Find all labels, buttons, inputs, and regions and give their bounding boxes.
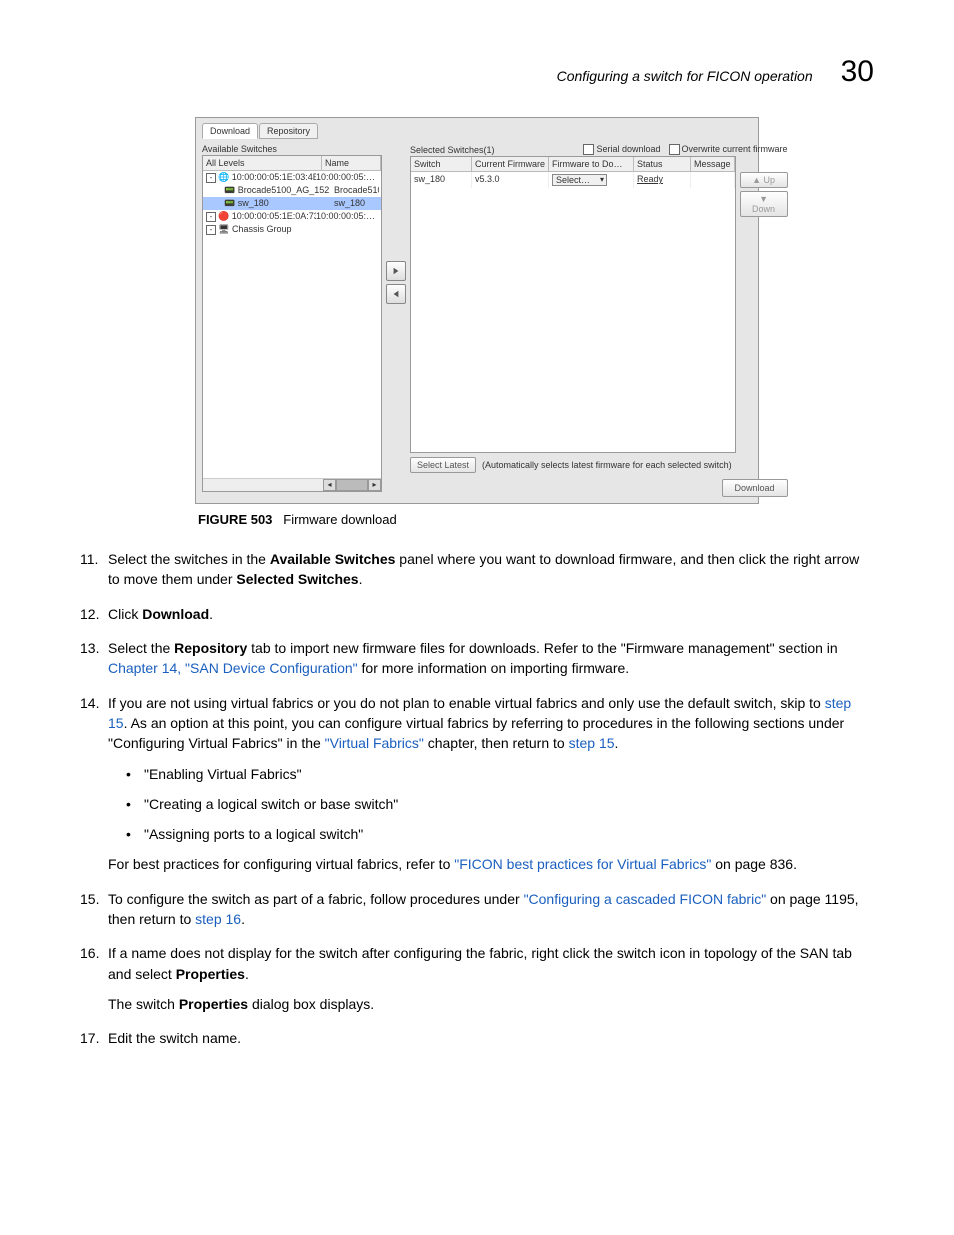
- step-12: 12. Click Download.: [80, 604, 874, 624]
- figure-caption: FIGURE 503 Firmware download: [198, 512, 756, 527]
- select-latest-button[interactable]: Select Latest: [410, 457, 476, 473]
- step-13: 13. Select the Repository tab to import …: [80, 638, 874, 679]
- section-title: Configuring a switch for FICON operation: [557, 68, 813, 84]
- scroll-left-icon[interactable]: ◂: [323, 479, 336, 491]
- figure-title: Firmware download: [283, 512, 396, 527]
- firmware-download-dialog: Download Repository Available Switches A…: [195, 117, 759, 504]
- tree-row[interactable]: -🔴 10:00:00:05:1E:0A:73:0D 10:00:00:05:…: [203, 210, 381, 223]
- up-button[interactable]: ▲ Up: [740, 172, 788, 188]
- step-15-link[interactable]: step 15: [569, 735, 615, 751]
- tab-download[interactable]: Download: [202, 123, 258, 139]
- col-name: Name: [322, 156, 381, 170]
- tree-header: All Levels Name: [203, 156, 381, 171]
- cascaded-ficon-fabric-link[interactable]: "Configuring a cascaded FICON fabric": [524, 891, 767, 907]
- available-switches-label: Available Switches: [202, 144, 382, 154]
- firmware-select-dropdown[interactable]: Select…: [552, 174, 607, 186]
- tree-row[interactable]: 📟 Brocade5100_AG_152 Brocade510…: [203, 184, 381, 197]
- list-item: "Assigning ports to a logical switch": [126, 824, 874, 844]
- ficon-best-practices-link[interactable]: "FICON best practices for Virtual Fabric…: [454, 856, 711, 872]
- tab-repository[interactable]: Repository: [259, 123, 318, 139]
- col-status: Status: [634, 157, 691, 171]
- selected-switches-label: Selected Switches(1): [410, 145, 495, 155]
- tree-row-selected[interactable]: 📟 sw_180 sw_180: [203, 197, 381, 210]
- col-firmware-to-download: Firmware to Do…: [549, 157, 634, 171]
- figure-label: FIGURE 503: [198, 512, 272, 527]
- page-header: Configuring a switch for FICON operation…: [80, 55, 874, 89]
- select-latest-note: (Automatically selects latest firmware f…: [482, 460, 732, 470]
- col-message: Message: [691, 157, 735, 171]
- virtual-fabrics-link[interactable]: "Virtual Fabrics": [325, 735, 424, 751]
- step-16: 16. If a name does not display for the s…: [80, 943, 874, 1014]
- available-switches-tree[interactable]: All Levels Name -🌐 10:00:00:05:1E:03:4E:…: [202, 155, 382, 492]
- chapter-number: 30: [841, 55, 874, 89]
- step-14: 14. If you are not using virtual fabrics…: [80, 693, 874, 875]
- serial-download-checkbox[interactable]: Serial download: [583, 144, 660, 155]
- scroll-right-icon[interactable]: ▸: [368, 479, 381, 491]
- col-current-firmware: Current Firmware: [472, 157, 549, 171]
- overwrite-firmware-checkbox[interactable]: Overwrite current firmware: [669, 144, 788, 155]
- chapter-14-link[interactable]: Chapter 14, "SAN Device Configuration": [108, 660, 358, 676]
- move-right-button[interactable]: [386, 261, 406, 281]
- chevron-right-icon: [392, 267, 400, 275]
- down-button[interactable]: ▼ Down: [740, 191, 788, 217]
- download-button[interactable]: Download: [722, 479, 788, 497]
- step-16-link[interactable]: step 16: [195, 911, 241, 927]
- tree-row[interactable]: -🌐 10:00:00:05:1E:03:4E:B4 10:00:00:05:…: [203, 171, 381, 184]
- horizontal-scrollbar[interactable]: ◂ ▸: [203, 478, 381, 491]
- step-15: 15. To configure the switch as part of a…: [80, 889, 874, 930]
- col-all-levels: All Levels: [203, 156, 322, 170]
- selected-switches-table: Switch Current Firmware Firmware to Do… …: [410, 156, 736, 453]
- col-switch: Switch: [411, 157, 472, 171]
- step-11: 11. Select the switches in the Available…: [80, 549, 874, 590]
- list-item: "Enabling Virtual Fabrics": [126, 764, 874, 784]
- chevron-left-icon: [392, 290, 400, 298]
- scroll-thumb[interactable]: [336, 479, 368, 491]
- move-left-button[interactable]: [386, 284, 406, 304]
- table-row[interactable]: sw_180 v5.3.0 Select… Ready: [411, 172, 735, 188]
- step-17: 17. Edit the switch name.: [80, 1028, 874, 1048]
- status-badge: Ready: [637, 174, 663, 184]
- list-item: "Creating a logical switch or base switc…: [126, 794, 874, 814]
- tree-row[interactable]: -🖥 Chassis Group: [203, 223, 381, 236]
